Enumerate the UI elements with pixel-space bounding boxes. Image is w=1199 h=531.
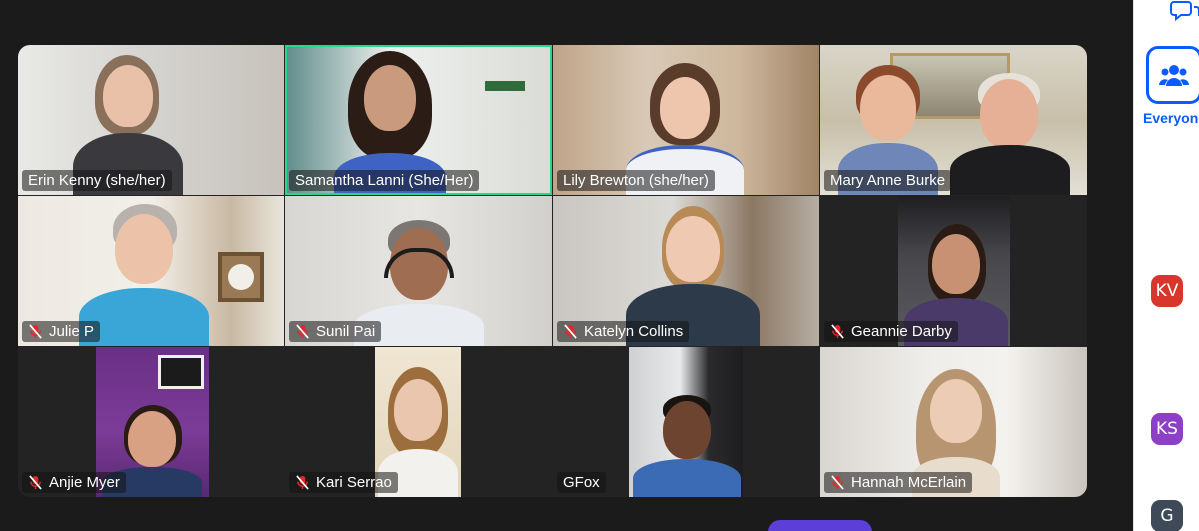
participant-name-tag: Erin Kenny (she/her) xyxy=(22,170,172,191)
avatar[interactable]: KS xyxy=(1151,413,1183,445)
mic-muted-icon xyxy=(831,324,844,339)
participant-name-tag: Kari Serrao xyxy=(289,472,398,493)
mic-muted-icon xyxy=(831,475,844,490)
mic-muted-icon xyxy=(296,475,309,490)
participant-name-tag: Anjie Myer xyxy=(22,472,126,493)
wall-clock xyxy=(218,252,264,302)
participant-name-tag: Katelyn Collins xyxy=(557,321,690,342)
mic-muted-icon xyxy=(564,324,577,339)
participant-name-tag: Julie P xyxy=(22,321,101,342)
everyone-label: Everyone xyxy=(1143,110,1199,126)
video-tile-lily[interactable]: Lily Brewton (she/her) xyxy=(553,45,819,195)
video-tile-kari[interactable]: Kari Serrao xyxy=(285,347,552,497)
participant-name-tag: GFox xyxy=(557,472,606,493)
chat-bubbles-icon[interactable] xyxy=(1170,0,1199,22)
avatar[interactable]: G xyxy=(1151,500,1183,531)
mic-muted-icon xyxy=(29,475,42,490)
video-tile-sunil[interactable]: Sunil Pai xyxy=(285,196,552,346)
participant-name-tag: Hannah McErlain xyxy=(824,472,973,493)
video-tile-hannah[interactable]: Hannah McErlain xyxy=(820,347,1087,497)
participant-name-tag: Geannie Darby xyxy=(824,321,958,342)
video-tile-gfox[interactable]: GFox xyxy=(553,347,819,497)
video-tile-julie[interactable]: Julie P xyxy=(18,196,284,346)
avatar[interactable]: KV xyxy=(1151,275,1183,307)
video-tile-geannie[interactable]: Geannie Darby xyxy=(820,196,1087,346)
meeting-stage: Erin Kenny (she/her) Samantha Lanni (She… xyxy=(0,0,1130,531)
mic-muted-icon xyxy=(29,324,42,339)
wall-frame xyxy=(158,355,204,389)
video-tile-erin[interactable]: Erin Kenny (she/her) xyxy=(18,45,284,195)
mic-muted-icon xyxy=(296,324,309,339)
participant-video xyxy=(633,395,741,497)
video-tile-samantha[interactable]: Samantha Lanni (She/Her) xyxy=(285,45,552,195)
participant-name-tag: Samantha Lanni (She/Her) xyxy=(289,170,480,191)
everyone-button[interactable] xyxy=(1146,46,1199,104)
video-tile-mary-anne[interactable]: Mary Anne Burke xyxy=(820,45,1087,195)
participant-name-tag: Sunil Pai xyxy=(289,321,382,342)
people-icon xyxy=(1159,65,1189,86)
video-tile-anjie[interactable]: Anjie Myer xyxy=(18,347,284,497)
right-sidebar: Everyone KV KS G xyxy=(1133,0,1199,531)
toolbar-button-partial[interactable] xyxy=(768,520,872,531)
video-tile-katelyn[interactable]: Katelyn Collins xyxy=(553,196,819,346)
participant-video xyxy=(950,73,1070,195)
exit-sign xyxy=(485,81,525,91)
participant-name-tag: Lily Brewton (she/her) xyxy=(557,170,715,191)
gallery-view: Erin Kenny (she/her) Samantha Lanni (She… xyxy=(18,45,1087,497)
participant-name-tag: Mary Anne Burke xyxy=(824,170,952,191)
